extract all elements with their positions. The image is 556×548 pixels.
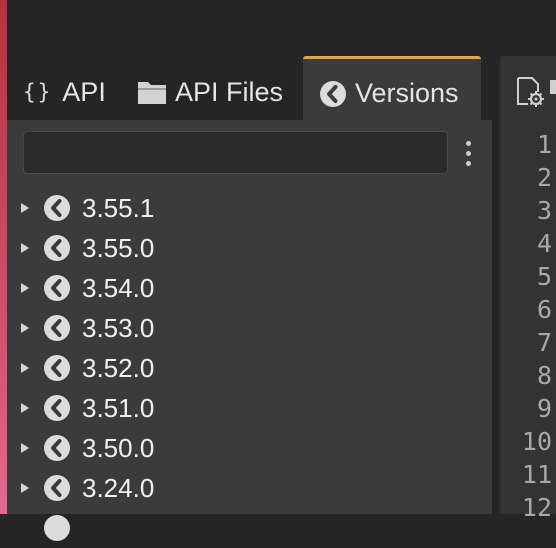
tab-title-fragment [550, 80, 556, 94]
expand-arrow-icon[interactable] [21, 243, 29, 253]
file-settings-icon[interactable] [514, 76, 546, 108]
version-icon [44, 475, 70, 501]
version-label: 3.53.0 [82, 313, 155, 343]
version-icon [44, 275, 70, 301]
line-number: 10 [521, 427, 552, 456]
tab-api[interactable]: {} API [23, 56, 106, 120]
version-tree: 3.55.1 3.55.0 3.54.0 3.53.0 3.52.0 3.51.… [7, 188, 492, 548]
line-number: 1 [536, 130, 552, 159]
line-number: 3 [536, 196, 552, 225]
expand-arrow-icon[interactable] [21, 363, 29, 373]
expand-arrow-icon[interactable] [21, 443, 29, 453]
line-number: 12 [521, 493, 552, 522]
braces-icon: {} [23, 80, 53, 104]
version-row[interactable]: 3.53.0 [7, 308, 492, 348]
line-number: 7 [536, 328, 552, 357]
expand-arrow-icon[interactable] [21, 403, 29, 413]
version-label: 3.54.0 [82, 273, 155, 303]
version-label: 3.24.0 [82, 473, 155, 503]
version-row[interactable]: 3.52.0 [7, 348, 492, 388]
line-number: 8 [536, 361, 552, 390]
version-row[interactable]: 3.51.0 [7, 388, 492, 428]
line-number: 6 [536, 295, 552, 324]
tab-versions-label: Versions [355, 78, 459, 108]
tab-api-files[interactable]: API Files [137, 56, 283, 120]
line-number: 11 [521, 460, 552, 489]
expand-arrow-icon[interactable] [21, 203, 29, 213]
version-row-partial[interactable] [7, 508, 492, 548]
version-row[interactable]: 3.50.0 [7, 428, 492, 468]
version-icon [44, 195, 70, 221]
version-icon [44, 355, 70, 381]
tab-api-files-label: API Files [175, 76, 284, 107]
version-label: 3.50.0 [82, 433, 155, 463]
version-icon [319, 80, 347, 108]
version-row[interactable]: 3.55.0 [7, 228, 492, 268]
version-icon [44, 395, 70, 421]
version-label: 3.55.0 [82, 233, 155, 263]
expand-arrow-icon[interactable] [21, 323, 29, 333]
line-number-gutter: 1 2 3 4 5 6 7 8 9 10 11 12 [500, 128, 552, 524]
version-label: 3.55.1 [82, 193, 155, 223]
version-icon [44, 235, 70, 261]
tab-api-label: API [62, 76, 106, 107]
line-number: 4 [536, 229, 552, 258]
folder-icon [137, 79, 167, 105]
version-row[interactable]: 3.55.1 [7, 188, 492, 228]
version-icon [44, 315, 70, 341]
more-options-icon[interactable] [460, 135, 476, 171]
version-row[interactable]: 3.24.0 [7, 468, 492, 508]
version-row[interactable]: 3.54.0 [7, 268, 492, 308]
versions-panel: 3.55.1 3.55.0 3.54.0 3.53.0 3.52.0 3.51.… [7, 120, 492, 541]
sidebar-tabbar: {} API API Files Versions [7, 56, 492, 120]
search-input[interactable] [23, 131, 448, 174]
version-label: 3.51.0 [82, 393, 155, 423]
editor-pane: 1 2 3 4 5 6 7 8 9 10 11 12 [500, 56, 556, 522]
version-label: 3.52.0 [82, 353, 155, 383]
line-number: 9 [536, 394, 552, 423]
expand-arrow-icon[interactable] [21, 483, 29, 493]
line-number: 2 [536, 163, 552, 192]
tab-versions[interactable]: Versions [303, 56, 481, 120]
desktop-background-edge [0, 0, 7, 514]
line-number: 5 [536, 262, 552, 291]
version-icon [44, 435, 70, 461]
expand-arrow-icon[interactable] [21, 283, 29, 293]
version-icon [44, 515, 70, 541]
